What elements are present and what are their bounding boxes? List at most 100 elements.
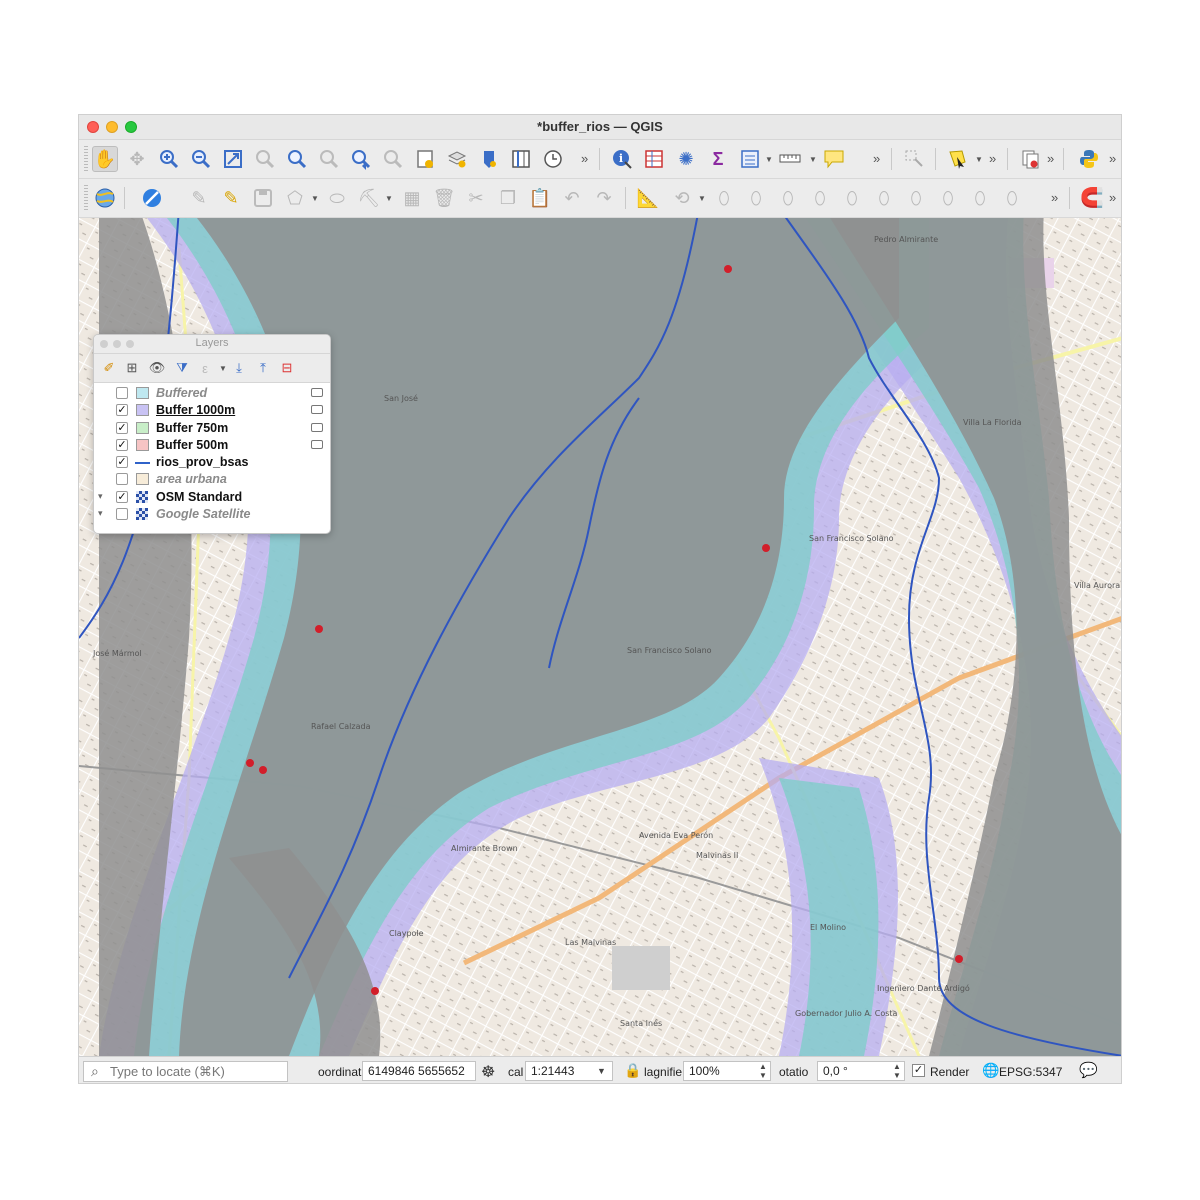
undo-icon[interactable]: ↶ — [559, 185, 585, 211]
open-table-dropdown[interactable]: ▼ — [765, 155, 773, 164]
toolbar-overflow-chevron-3[interactable]: » — [989, 151, 996, 166]
toolbar-overflow-chevron-2[interactable]: » — [873, 151, 880, 166]
offset-curve-icon[interactable]: ⬯ — [903, 185, 929, 211]
deselect-icon[interactable] — [1017, 146, 1043, 172]
simplify-icon[interactable]: ⬯ — [711, 185, 737, 211]
edit-pencil-icon[interactable]: ✎ — [218, 185, 244, 211]
attribute-table-icon[interactable] — [641, 146, 667, 172]
redo-icon[interactable]: ↷ — [591, 185, 617, 211]
coordinate-field[interactable]: 6149846 5655652 — [362, 1061, 476, 1081]
zoom-next-icon[interactable] — [380, 146, 406, 172]
zoom-native-icon[interactable] — [316, 146, 342, 172]
zoom-full-icon[interactable] — [220, 146, 246, 172]
split-parts-icon[interactable]: ⬯ — [967, 185, 993, 211]
layer-visibility-checkbox[interactable] — [116, 387, 128, 399]
zoom-to-layer-icon[interactable] — [284, 146, 310, 172]
add-ring-icon[interactable]: ⬭ — [324, 185, 350, 211]
toolbar-grip[interactable] — [84, 146, 88, 172]
add-feature-dropdown[interactable]: ▼ — [311, 194, 319, 203]
layer-row[interactable]: ✓ Buffer 500m — [94, 437, 330, 454]
remove-layer-icon[interactable]: ⊟ — [278, 359, 296, 377]
python-icon[interactable] — [1076, 146, 1102, 172]
advanced-digitizing-icon[interactable]: 📐 — [635, 185, 661, 211]
toolbar-overflow-chevron-6[interactable]: » — [1051, 190, 1058, 205]
crs-label[interactable]: EPSG:5347 — [999, 1065, 1062, 1079]
lock-scale-icon[interactable]: 🔒 — [624, 1062, 641, 1079]
toolbar-overflow-chevron-7[interactable]: » — [1109, 190, 1116, 205]
layer-row[interactable]: ✓ Buffer 750m — [94, 420, 330, 437]
select-dropdown[interactable]: ▼ — [975, 155, 983, 164]
layer-row[interactable]: Buffered — [94, 385, 330, 402]
layer-row[interactable]: ▾ Google Satellite — [94, 506, 330, 523]
layer-visibility-checkbox[interactable]: ✓ — [116, 404, 128, 417]
vertex-dropdown[interactable]: ▼ — [385, 194, 393, 203]
layer-row[interactable]: ▾ ✓ OSM Standard — [94, 489, 330, 506]
delete-part-icon[interactable]: ⬯ — [839, 185, 865, 211]
zoom-last-icon[interactable] — [348, 146, 374, 172]
render-checkbox[interactable]: ✓ — [912, 1064, 925, 1077]
zoom-out-icon[interactable] — [188, 146, 214, 172]
toggle-extents-icon[interactable]: ☸ — [481, 1062, 495, 1082]
toolbar-overflow-chevron-5[interactable]: » — [1109, 151, 1116, 166]
layer-visibility-checkbox[interactable]: ✓ — [116, 438, 128, 451]
temporal-controller-icon[interactable] — [508, 146, 534, 172]
memory-layer-icon[interactable] — [311, 439, 323, 449]
pan-hand-icon[interactable]: ✋ — [92, 146, 118, 172]
rotation-stepper-icon[interactable]: ▲ ▼ — [893, 1062, 901, 1080]
layer-row[interactable]: area urbana — [94, 471, 330, 488]
statistics-sum-icon[interactable]: Σ — [705, 146, 731, 172]
toolbar-grip[interactable] — [84, 185, 88, 211]
delete-ring-icon[interactable]: ⬯ — [807, 185, 833, 211]
layer-row[interactable]: ✓ rios_prov_bsas — [94, 454, 330, 471]
cut-icon[interactable]: ✂ — [463, 185, 489, 211]
manage-visibility-icon[interactable]: 👁 — [148, 359, 166, 377]
refresh-icon[interactable] — [476, 146, 502, 172]
layer-visibility-checkbox[interactable]: ✓ — [116, 456, 128, 469]
merge-features-icon[interactable]: ⬯ — [999, 185, 1025, 211]
paste-icon[interactable]: 📋 — [527, 185, 553, 211]
reshape-icon[interactable]: ⬯ — [871, 185, 897, 211]
copy-icon[interactable]: ❐ — [495, 185, 521, 211]
show-bookmarks-icon[interactable] — [444, 146, 470, 172]
collapse-all-icon[interactable]: ⤒ — [254, 359, 272, 377]
vertex-tool-icon[interactable]: ⛏ — [356, 185, 382, 211]
measure-icon[interactable] — [777, 146, 803, 172]
add-group-icon[interactable]: ⊞ — [123, 359, 141, 377]
style-manager-icon[interactable]: ✐ — [100, 359, 118, 377]
locator-search-input[interactable]: ⌕ Type to locate (⌘K) — [83, 1061, 288, 1082]
digitize-icon[interactable] — [92, 185, 118, 211]
magnet-icon[interactable]: 🧲 — [1079, 185, 1105, 211]
crs-globe-icon[interactable]: 🌐 — [982, 1062, 999, 1079]
pan-to-selection-icon[interactable]: ✥ — [124, 146, 150, 172]
delete-selected-icon[interactable]: 🗑 — [431, 185, 457, 211]
measure-dropdown[interactable]: ▼ — [809, 155, 817, 164]
layers-panel-titlebar[interactable]: Layers — [94, 335, 330, 354]
expand-all-icon[interactable]: ⤓ — [230, 359, 248, 377]
map-canvas[interactable]: San José Villa La Florida San Francisco … — [79, 218, 1121, 1056]
add-part-icon[interactable]: ⬯ — [743, 185, 769, 211]
clock-icon[interactable] — [540, 146, 566, 172]
split-features-icon[interactable]: ⬯ — [935, 185, 961, 211]
toolbar-overflow-chevron-4[interactable]: » — [1047, 151, 1054, 166]
settings-icon[interactable]: ✺ — [673, 146, 699, 172]
no-action-icon[interactable] — [139, 185, 165, 211]
layer-visibility-checkbox[interactable]: ✓ — [116, 490, 128, 503]
memory-layer-icon[interactable] — [311, 422, 323, 432]
fill-ring-icon[interactable]: ⬯ — [775, 185, 801, 211]
toolbar-overflow-chevron[interactable]: » — [581, 151, 588, 166]
select-feature-icon[interactable] — [945, 146, 971, 172]
magnifier-field[interactable]: 100% — [683, 1061, 771, 1081]
expand-chevron-icon[interactable]: ▾ — [98, 491, 103, 502]
zoom-to-selection-icon[interactable] — [252, 146, 278, 172]
magnifier-stepper-icon[interactable]: ▲ ▼ — [759, 1062, 767, 1080]
layer-visibility-checkbox[interactable]: ✓ — [116, 421, 128, 434]
zoom-in-icon[interactable] — [156, 146, 182, 172]
modify-attributes-icon[interactable]: ▦ — [399, 185, 425, 211]
rotate-dropdown[interactable]: ▼ — [698, 194, 706, 203]
rotation-field[interactable]: 0,0 ° — [817, 1061, 905, 1081]
map-tips-icon[interactable] — [821, 146, 847, 172]
filter-expression-icon[interactable]: ε — [196, 359, 214, 377]
memory-layer-icon[interactable] — [311, 388, 323, 397]
save-edits-icon[interactable] — [250, 185, 276, 211]
layer-visibility-checkbox[interactable] — [116, 508, 128, 521]
